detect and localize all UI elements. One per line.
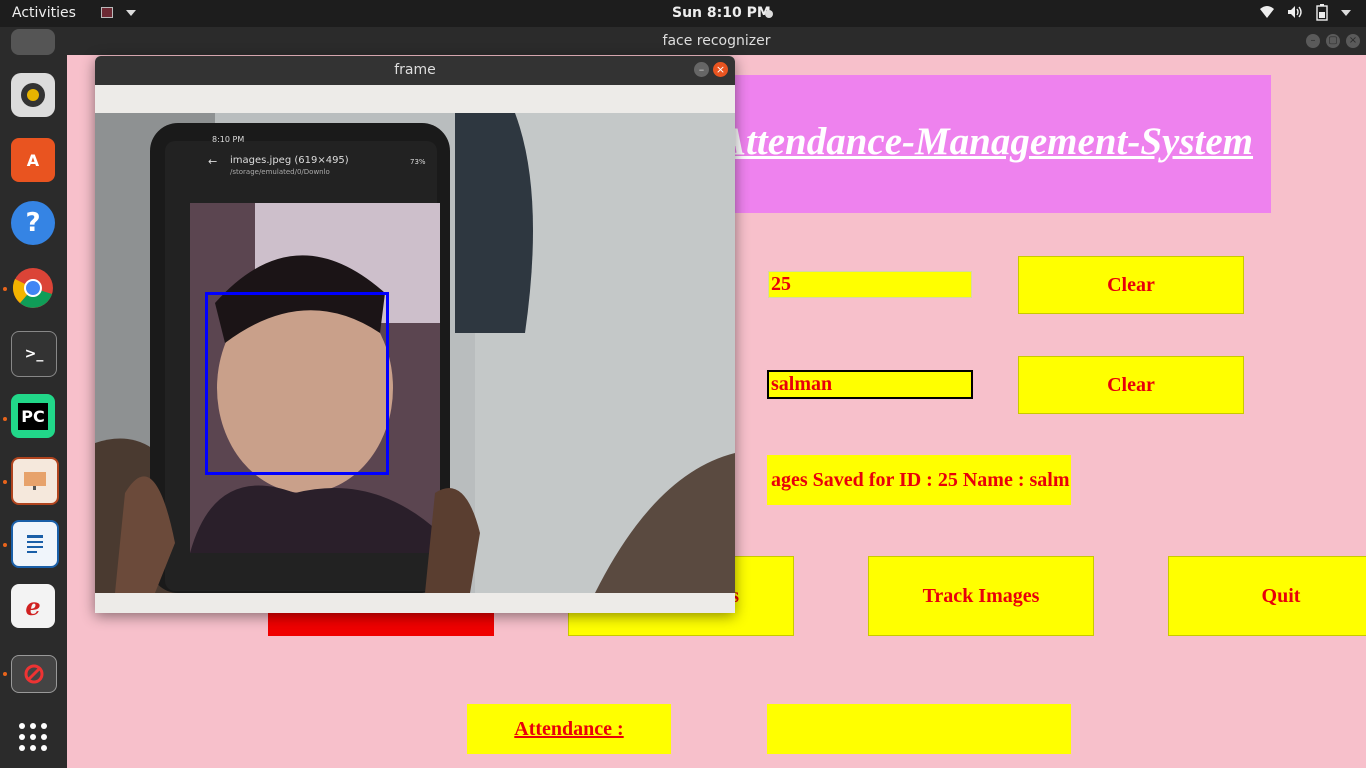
notification-dot-icon [765, 10, 773, 18]
clear-name-button[interactable]: Clear [1018, 356, 1244, 414]
track-images-button[interactable]: Track Images [868, 556, 1094, 636]
battery-icon[interactable] [1316, 4, 1328, 25]
running-indicator [3, 480, 7, 484]
frame-close-button[interactable]: × [713, 62, 728, 77]
window-title: face recognizer [662, 33, 771, 49]
phone-battery: 73% [410, 158, 426, 166]
quit-button[interactable]: Quit [1168, 556, 1366, 636]
document-viewer-icon[interactable]: e [11, 584, 55, 628]
notification-message: ages Saved for ID : 25 Name : salm [767, 455, 1071, 505]
activities-button[interactable]: Activities [12, 5, 76, 21]
minimize-button[interactable]: – [1306, 34, 1320, 48]
close-button[interactable]: × [1346, 34, 1360, 48]
heading-banner: Attendance-Management-System [694, 75, 1271, 213]
running-indicator [3, 672, 7, 676]
id-input[interactable]: 25 [768, 271, 972, 298]
dock: A ? >_ PC e [0, 27, 67, 768]
impress-icon[interactable] [11, 457, 59, 505]
main-window-titlebar: face recognizer – ▢ × [67, 27, 1366, 55]
attendance-table [767, 704, 1071, 754]
software-center-icon[interactable]: A [11, 138, 55, 182]
system-menu-chevron-icon[interactable] [1341, 10, 1351, 16]
blocked-app-icon[interactable] [11, 655, 57, 693]
chrome-icon[interactable] [11, 266, 55, 310]
frame-window: frame – × 8:10 PM 73% ← images.jpeg (619… [95, 56, 735, 613]
camera-image [95, 113, 735, 593]
phone-file-name: images.jpeg (619×495) [230, 155, 349, 166]
phone-file-path: /storage/emulated/0/Downlo [230, 168, 330, 176]
writer-icon[interactable] [11, 520, 59, 568]
phone-status-time: 8:10 PM [212, 135, 245, 144]
running-indicator [3, 543, 7, 547]
face-detection-box [205, 292, 389, 475]
app-grid-icon[interactable] [11, 715, 55, 759]
clear-id-button[interactable]: Clear [1018, 256, 1244, 314]
page-title: Attendance-Management-System [720, 120, 1253, 163]
frame-title: frame [394, 62, 436, 78]
maximize-button[interactable]: ▢ [1326, 34, 1340, 48]
app-menu-icon[interactable] [101, 7, 113, 18]
volume-icon[interactable] [1286, 4, 1302, 24]
running-indicator [3, 417, 7, 421]
pycharm-icon[interactable]: PC [11, 394, 55, 438]
chevron-down-icon[interactable] [126, 10, 136, 16]
name-input[interactable]: salman [767, 370, 973, 399]
help-icon[interactable]: ? [11, 201, 55, 245]
top-bar: Activities Sun 8:10 PM [0, 0, 1366, 27]
rhythmbox-icon[interactable] [11, 73, 55, 117]
files-icon[interactable] [11, 29, 55, 55]
terminal-icon[interactable]: >_ [11, 331, 57, 377]
attendance-label: Attendance : [467, 704, 671, 754]
running-indicator [3, 287, 7, 291]
clock[interactable]: Sun 8:10 PM [672, 5, 771, 21]
wifi-icon[interactable] [1259, 4, 1275, 24]
frame-titlebar: frame – × [95, 56, 735, 85]
camera-feed: 8:10 PM 73% ← images.jpeg (619×495) /sto… [95, 113, 735, 593]
frame-minimize-button[interactable]: – [694, 62, 709, 77]
back-arrow-icon: ← [208, 155, 218, 168]
